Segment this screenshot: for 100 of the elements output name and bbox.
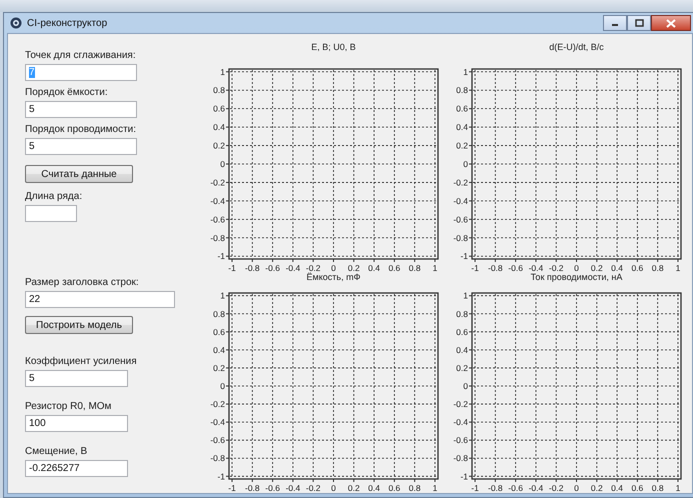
tick-label: 1: [432, 483, 438, 491]
tick-label: -1: [471, 483, 479, 491]
tick-label: 0.4: [213, 122, 225, 132]
tick-label: -0.4: [210, 196, 225, 206]
tick-label: 0.6: [631, 263, 644, 271]
tick-label: -0.8: [453, 232, 468, 243]
tick-label: 0.4: [611, 263, 623, 271]
tick-label: 0.8: [408, 263, 421, 271]
tick-label: -1: [228, 483, 236, 491]
app-icon: [10, 17, 22, 29]
tick-label: -0.4: [286, 483, 300, 491]
tick-label: -0.6: [265, 483, 280, 491]
tick-label: 0.6: [388, 263, 400, 271]
tick-label: 0: [574, 483, 579, 491]
tick-label: -0.8: [245, 483, 260, 491]
tick-label: -0.6: [508, 263, 523, 271]
tick-label: 0.2: [590, 263, 603, 271]
tick-label: 0: [463, 159, 468, 169]
minimize-button[interactable]: [603, 15, 627, 31]
tick-label: 0.2: [348, 263, 360, 271]
tick-label: 0: [220, 159, 225, 169]
tick-label: -0.8: [488, 263, 503, 271]
input-field[interactable]: 100: [25, 415, 128, 432]
field-label: Порядок проводимости:: [25, 124, 138, 135]
tick-label: -1: [471, 263, 479, 271]
tick-label: 0.4: [368, 483, 380, 491]
close-icon: [666, 18, 676, 28]
tick-label: -0.8: [488, 483, 503, 491]
tick-label: 0.8: [456, 308, 468, 319]
tick-label: -1: [217, 471, 225, 482]
tick-label: 1: [676, 263, 680, 271]
chart-title: d(E-U)/dt, B/c: [549, 42, 604, 52]
tick-label: -0.6: [265, 263, 280, 271]
tick-label: 0.6: [388, 483, 400, 491]
tick-label: -0.2: [210, 177, 225, 188]
tick-label: -0.4: [528, 263, 544, 271]
chart-title: Ёмкость, mФ: [306, 272, 360, 282]
tick-label: 0: [331, 263, 336, 271]
input-field[interactable]: -0.2265277: [25, 460, 128, 477]
tick-label: 0.8: [213, 308, 225, 319]
input-field[interactable]: 5: [25, 138, 137, 155]
maximize-button[interactable]: [627, 15, 651, 31]
tick-label: 0.4: [611, 483, 623, 491]
tick-label: 0: [574, 263, 579, 271]
field-label: Смещение, В: [25, 446, 88, 457]
tick-label: -0.4: [453, 196, 468, 206]
tick-label: 0.2: [213, 140, 225, 151]
tick-label: -0.2: [548, 483, 564, 491]
tick-label: -0.2: [210, 399, 225, 410]
tick-label: 0.6: [213, 326, 225, 337]
field-label: Длина ряда:: [25, 191, 84, 202]
field-label: Точек для сглаживания:: [25, 50, 137, 61]
tick-label: -0.8: [210, 453, 225, 464]
tick-label: -0.2: [306, 263, 321, 271]
tick-label: 0.6: [213, 104, 225, 114]
tick-label: -0.2: [306, 483, 321, 491]
input-field[interactable]: 5: [25, 101, 137, 118]
window-title: CI-реконструктор: [27, 18, 108, 28]
field-label: Резистор R0, МОм: [25, 401, 112, 412]
tick-label: -0.8: [210, 232, 225, 243]
input-field[interactable]: [25, 205, 77, 222]
tick-label: -1: [460, 251, 468, 262]
action-button[interactable]: Считать данные: [25, 165, 133, 183]
tick-label: -0.4: [210, 417, 225, 428]
tick-label: 0.8: [408, 483, 421, 491]
tick-label: 0.2: [590, 483, 603, 491]
tick-label: -0.6: [453, 435, 468, 446]
tick-label: -0.8: [245, 263, 260, 271]
tick-label: 0.6: [456, 104, 468, 114]
input-field[interactable]: 5: [25, 370, 128, 387]
action-button[interactable]: Построить модель: [25, 316, 133, 334]
tick-label: 0.6: [631, 483, 644, 491]
tick-label: 1: [463, 290, 468, 301]
field-label: Размер заголовка строк:: [25, 277, 140, 288]
input-field[interactable]: 22: [25, 291, 175, 308]
tick-label: -0.2: [453, 177, 468, 188]
tick-label: 0: [463, 381, 468, 391]
tick-label: -1: [217, 251, 225, 262]
tick-label: 0.4: [456, 122, 468, 132]
tick-label: 1: [220, 290, 225, 301]
tick-label: 0.2: [348, 483, 360, 491]
tick-label: -0.2: [548, 263, 564, 271]
field-label: Порядок ёмкости:: [25, 87, 109, 98]
tick-label: 1: [676, 483, 680, 491]
tick-label: 0: [220, 381, 225, 391]
tick-label: 1: [220, 66, 225, 77]
tick-label: 0.8: [213, 85, 225, 96]
tick-label: 0.2: [213, 362, 225, 373]
tick-label: -1: [228, 263, 236, 271]
tick-label: -0.4: [286, 263, 300, 271]
tick-label: -0.6: [210, 435, 225, 446]
tick-label: -0.6: [508, 483, 523, 491]
tick-label: -0.6: [210, 214, 225, 224]
tick-label: 1: [432, 263, 438, 271]
tick-label: 0.4: [456, 344, 468, 355]
close-button[interactable]: [651, 15, 691, 31]
maximize-icon: [634, 19, 644, 27]
tick-label: 0.2: [456, 362, 468, 373]
tick-label: 0: [331, 483, 336, 491]
tick-label: -0.8: [453, 453, 468, 464]
